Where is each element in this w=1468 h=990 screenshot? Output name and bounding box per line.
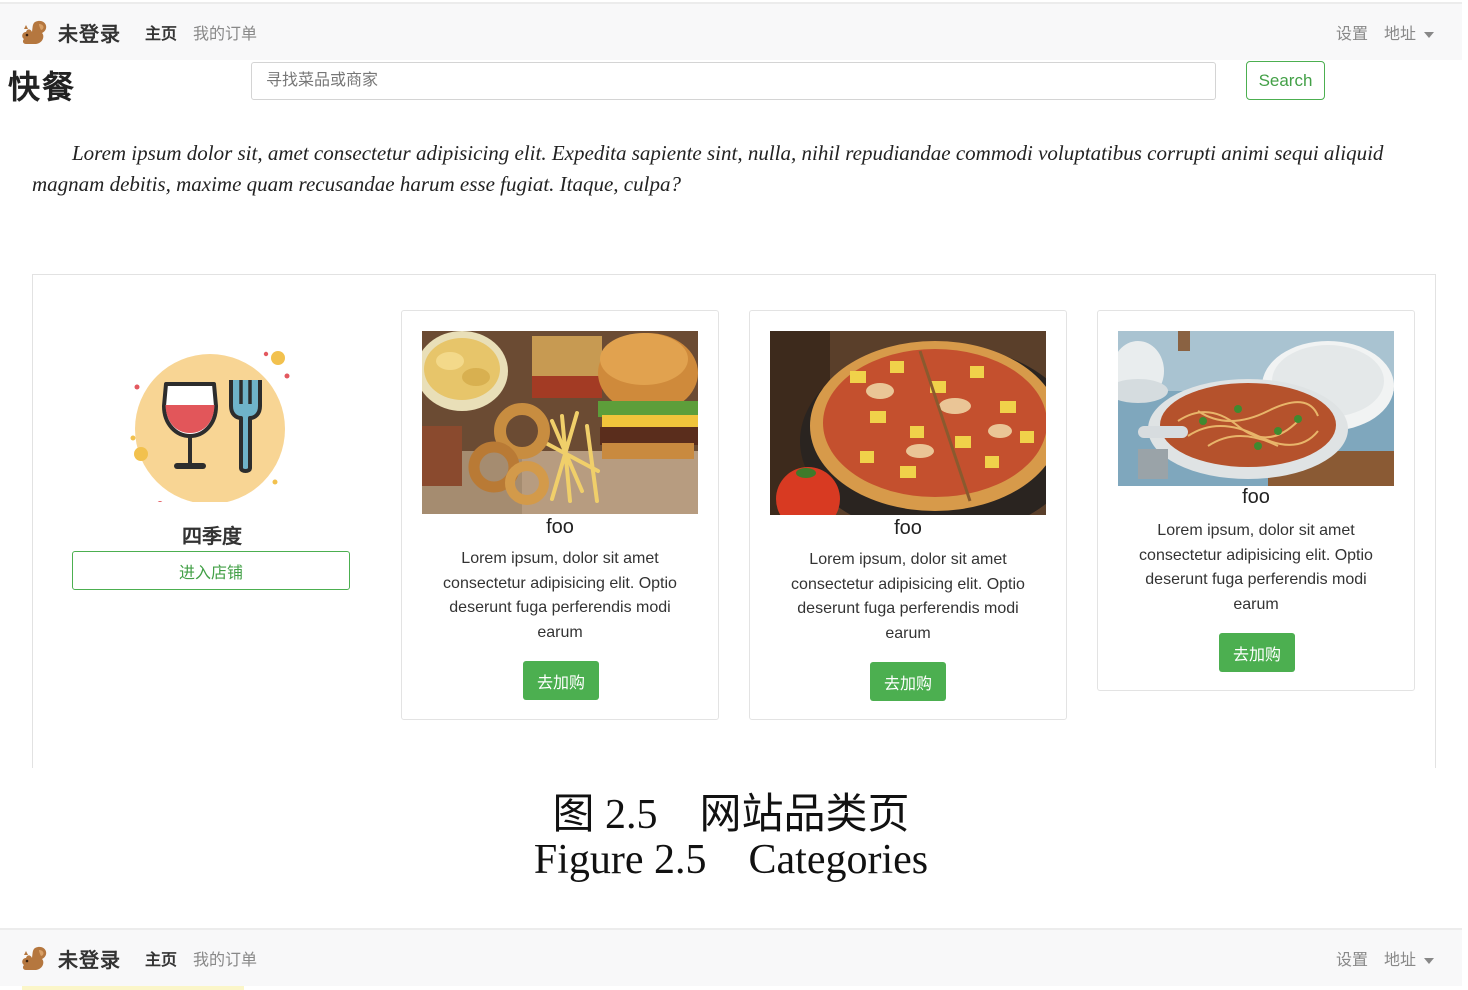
nav-orders-link[interactable]: 我的订单 <box>193 946 257 970</box>
product-card: foo Lorem ipsum, dolor sit amet consecte… <box>1097 310 1415 691</box>
product-title: foo <box>894 517 922 539</box>
nav-address-label: 地址 <box>1383 952 1416 969</box>
shop-name: 四季度 <box>182 526 242 548</box>
nav-settings-link[interactable]: 设置 <box>1336 20 1368 44</box>
pizza-image <box>770 331 1046 515</box>
search-button[interactable]: Search <box>1246 61 1325 100</box>
brand-text: 未登录 <box>58 23 121 46</box>
chevron-down-icon <box>1424 31 1434 38</box>
product-title: foo <box>1242 486 1270 508</box>
nav-right: 设置 地址 <box>1336 20 1434 44</box>
brand-text: 未登录 <box>58 949 121 972</box>
search-input[interactable] <box>251 62 1216 100</box>
figure-caption-cn: 图 2.5 网站品类页 <box>552 792 910 838</box>
product-description: Lorem ipsum, dolor sit amet consectetur … <box>1139 522 1373 613</box>
nav-home-link[interactable]: 主页 <box>145 20 177 44</box>
add-to-cart-button[interactable]: 去加购 <box>870 662 946 701</box>
product-title: foo <box>546 516 574 538</box>
product-card: foo Lorem ipsum, dolor sit amet consecte… <box>749 310 1067 720</box>
page-title: 快餐 <box>8 69 77 105</box>
fast-food-image <box>422 331 698 514</box>
nav-orders-link[interactable]: 我的订单 <box>193 20 257 44</box>
squirrel-logo-icon <box>22 20 47 44</box>
nav-home-link[interactable]: 主页 <box>145 946 177 970</box>
nav-address-dropdown[interactable]: 地址 <box>1384 20 1434 44</box>
pasta-pan-image <box>1118 331 1394 486</box>
bottom-navbar: 未登录 主页 我的订单 设置 地址 <box>0 928 1462 986</box>
nav-right: 设置 地址 <box>1336 946 1434 970</box>
brand[interactable]: 未登录 <box>18 942 121 974</box>
top-navbar: 未登录 主页 我的订单 设置 地址 <box>0 2 1462 60</box>
brand[interactable]: 未登录 <box>18 16 121 48</box>
page-edge-strip <box>22 986 244 990</box>
product-description: Lorem ipsum, dolor sit amet consectetur … <box>791 551 1025 642</box>
wine-glass-fork-icon <box>130 351 290 502</box>
chevron-down-icon <box>1424 957 1434 964</box>
intro-text: Lorem ipsum dolor sit, amet consectetur … <box>32 141 1384 196</box>
add-to-cart-button[interactable]: 去加购 <box>523 661 599 700</box>
nav-settings-link[interactable]: 设置 <box>1336 946 1368 970</box>
add-to-cart-button[interactable]: 去加购 <box>1219 633 1295 672</box>
nav-address-dropdown[interactable]: 地址 <box>1384 946 1434 970</box>
squirrel-logo-icon <box>22 946 47 970</box>
figure-caption-en: Figure 2.5 Categories <box>533 837 929 883</box>
enter-shop-button[interactable]: 进入店铺 <box>72 551 350 590</box>
product-description: Lorem ipsum, dolor sit amet consectetur … <box>443 550 677 641</box>
nav-address-label: 地址 <box>1383 26 1416 43</box>
product-card: foo Lorem ipsum, dolor sit amet consecte… <box>401 310 719 720</box>
